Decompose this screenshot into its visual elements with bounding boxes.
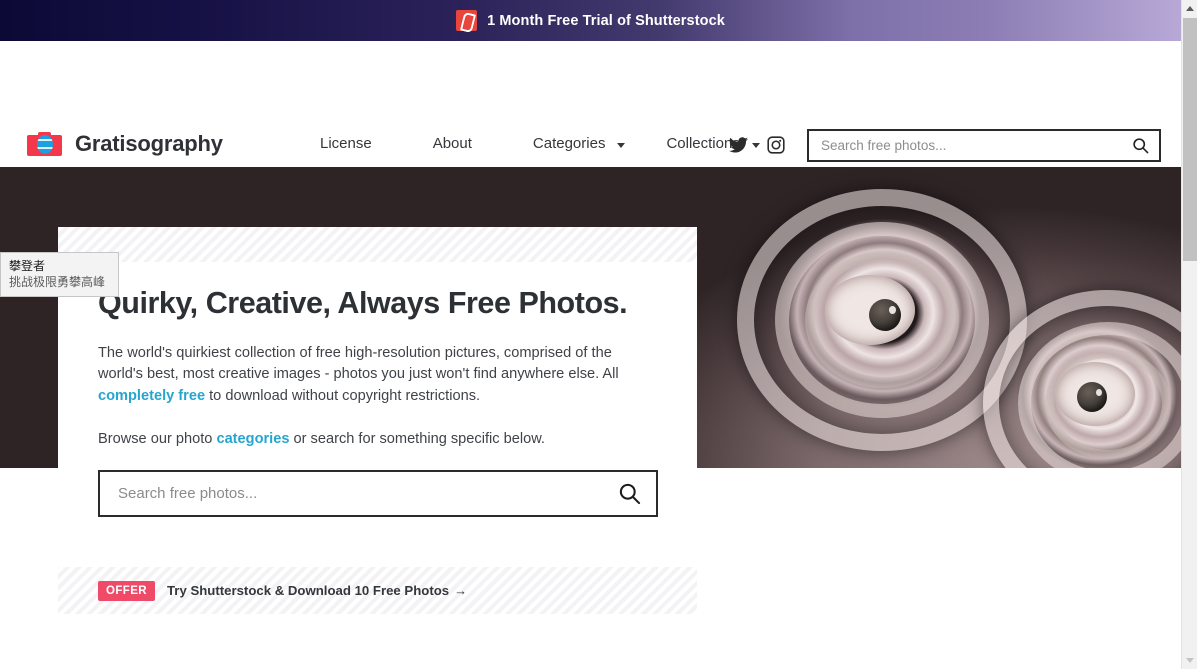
nav-item-license[interactable]: License (320, 135, 372, 152)
page-viewport: 1 Month Free Trial of Shutterstock Grati… (0, 0, 1181, 669)
hero-search-input[interactable] (100, 472, 602, 515)
vertical-scrollbar[interactable] (1181, 0, 1197, 669)
hero-search-box[interactable] (98, 470, 658, 517)
promo-banner-text: 1 Month Free Trial of Shutterstock (487, 12, 725, 29)
instagram-icon[interactable] (767, 136, 785, 154)
header-search-button[interactable] (1121, 131, 1159, 160)
scrollbar-thumb[interactable] (1183, 18, 1197, 261)
social-links (729, 136, 785, 154)
hero-search-button[interactable] (602, 472, 656, 515)
main-navigation: License About Categories Collections (320, 135, 768, 152)
offer-strip[interactable]: OFFER Try Shutterstock & Download 10 Fre… (58, 567, 697, 614)
shutterstock-promo-banner[interactable]: 1 Month Free Trial of Shutterstock (0, 0, 1181, 41)
eye-left-decoration (825, 275, 915, 345)
scrollbar-down-arrow[interactable] (1182, 652, 1197, 669)
categories-link[interactable]: categories (216, 431, 289, 447)
hero-paragraph-2-part1: Browse our photo (98, 430, 217, 447)
hero-paragraph-2: Browse our photo categories or search fo… (98, 429, 646, 451)
browser-page: 1 Month Free Trial of Shutterstock Grati… (0, 0, 1197, 669)
offer-text: Try Shutterstock & Download 10 Free Phot… (167, 583, 467, 598)
hero-panel-hatch-top (58, 227, 697, 262)
hero-paragraph-2-part2: or search for something specific below. (289, 430, 545, 447)
tooltip-title: 攀登者 (9, 259, 46, 273)
page-title: Quirky, Creative, Always Free Photos. (98, 286, 628, 320)
hero-paragraph-1-part1: The world's quirkiest collection of free… (98, 344, 619, 383)
hover-tooltip: 攀登者 挑战极限勇攀高峰 (0, 252, 119, 297)
header-search-input[interactable] (809, 131, 1121, 160)
tooltip-subtitle: 挑战极限勇攀高峰 (9, 275, 106, 289)
search-icon (619, 483, 640, 505)
nav-item-about[interactable]: About (433, 135, 472, 152)
chevron-down-icon (617, 143, 626, 148)
nav-item-categories-label: Categories (532, 135, 606, 152)
camera-logo-icon (27, 132, 62, 156)
promo-banner-inner: 1 Month Free Trial of Shutterstock (456, 10, 725, 31)
offer-badge: OFFER (98, 580, 155, 601)
hero-paragraph-1: The world's quirkiest collection of free… (98, 343, 646, 408)
hero-paragraph-1-part2: to download without copyright restrictio… (205, 388, 481, 405)
nav-item-categories[interactable]: Categories (533, 135, 634, 152)
completely-free-link[interactable]: completely free (98, 388, 205, 404)
scrollbar-up-arrow[interactable] (1182, 0, 1197, 17)
site-header: Gratisography License About Categories C… (0, 41, 1181, 167)
hero-text-content: Quirky, Creative, Always Free Photos. Th… (98, 285, 668, 451)
search-icon (1132, 138, 1148, 154)
header-search-box[interactable] (807, 129, 1161, 162)
shutterstock-logo-icon (456, 10, 478, 31)
arrow-right-icon: → (454, 583, 468, 598)
brand-name: Gratisography (75, 131, 223, 156)
eye-right-decoration (1055, 362, 1135, 426)
twitter-icon[interactable] (729, 137, 748, 153)
brand-logo[interactable]: Gratisography (27, 131, 223, 157)
offer-text-label: Try Shutterstock & Download 10 Free Phot… (166, 583, 450, 598)
